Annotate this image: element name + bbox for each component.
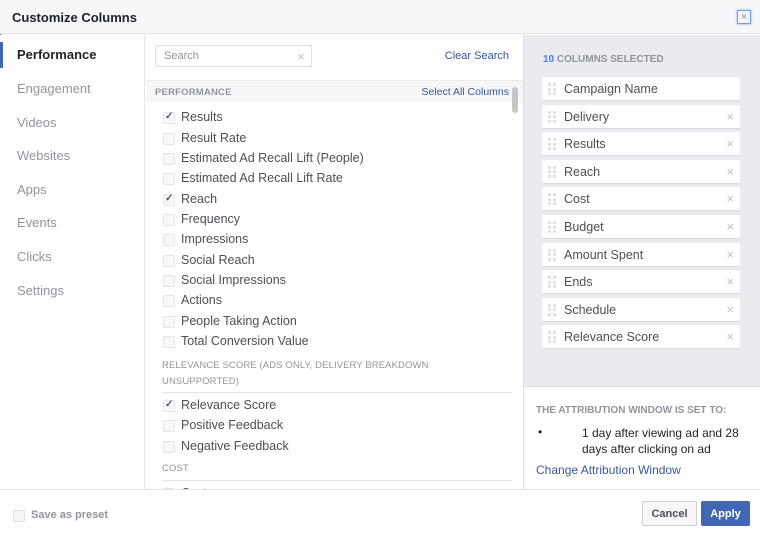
remove-column-icon[interactable]: × bbox=[726, 329, 734, 344]
dialog-footer: Save as preset Cancel Apply bbox=[0, 489, 760, 536]
checkbox[interactable] bbox=[163, 173, 175, 185]
selected-column-item[interactable]: Relevance Score × bbox=[542, 325, 740, 350]
checkbox[interactable] bbox=[163, 441, 175, 453]
checkbox[interactable] bbox=[163, 214, 175, 226]
remove-column-icon[interactable]: × bbox=[726, 302, 734, 317]
select-all-columns-link[interactable]: Select All Columns bbox=[421, 86, 509, 98]
checkbox[interactable] bbox=[163, 153, 175, 165]
selected-label: COLUMNS SELECTED bbox=[556, 54, 664, 65]
checkbox[interactable] bbox=[163, 234, 175, 246]
drag-handle-icon[interactable] bbox=[548, 221, 556, 233]
save-preset-label[interactable]: Save as preset bbox=[31, 509, 108, 521]
remove-column-icon[interactable]: × bbox=[726, 247, 734, 262]
column-list-panel: × Clear Search PERFORMANCE Select All Co… bbox=[146, 35, 523, 489]
remove-column-icon[interactable]: × bbox=[726, 164, 734, 179]
checkbox[interactable] bbox=[163, 193, 175, 206]
sidebar-item-performance[interactable]: Performance bbox=[17, 47, 96, 62]
sidebar-item-clicks[interactable]: Clicks bbox=[17, 249, 52, 264]
selected-column-item[interactable]: Schedule × bbox=[542, 297, 740, 322]
selected-column-item[interactable]: Campaign Name bbox=[542, 77, 740, 101]
selected-columns-panel: 10 COLUMNS SELECTED Campaign Name Deliver… bbox=[523, 35, 760, 489]
columns-selected-header: 10 COLUMNS SELECTED bbox=[543, 54, 664, 65]
change-attribution-window-link[interactable]: Change Attribution Window bbox=[536, 463, 681, 477]
remove-column-icon[interactable]: × bbox=[726, 219, 734, 234]
drag-handle-icon[interactable] bbox=[548, 248, 556, 261]
selected-column-name: Delivery bbox=[564, 109, 610, 124]
checkbox[interactable] bbox=[163, 420, 175, 432]
dialog-header: Customize Columns × bbox=[0, 0, 760, 34]
drag-handle-icon[interactable] bbox=[548, 193, 556, 206]
drag-handle-icon[interactable] bbox=[548, 110, 556, 123]
selected-column-name: Schedule bbox=[564, 302, 617, 317]
drag-handle-icon[interactable] bbox=[548, 303, 556, 316]
drag-handle-icon[interactable] bbox=[548, 331, 556, 344]
selected-column-item[interactable]: Amount Spent × bbox=[542, 242, 740, 267]
search-input[interactable] bbox=[164, 50, 289, 62]
close-icon[interactable]: × bbox=[737, 10, 751, 24]
checkbox[interactable] bbox=[163, 133, 175, 145]
category-sidebar: Performance Engagement Videos Websites A… bbox=[0, 35, 145, 489]
selected-column-item[interactable]: Budget × bbox=[542, 215, 740, 239]
selected-column-name: Amount Spent bbox=[564, 247, 644, 262]
checkbox[interactable] bbox=[163, 316, 175, 328]
selected-column-name: Cost bbox=[564, 192, 590, 207]
sidebar-item-engagement[interactable]: Engagement bbox=[17, 81, 91, 96]
selected-column-item[interactable]: Cost × bbox=[542, 187, 740, 212]
selected-column-name: Relevance Score bbox=[564, 330, 660, 345]
checkbox[interactable] bbox=[163, 111, 175, 124]
sidebar-item-websites[interactable]: Websites bbox=[17, 148, 70, 163]
selected-column-name: Reach bbox=[564, 164, 601, 179]
active-indicator bbox=[0, 42, 3, 68]
checkbox[interactable] bbox=[163, 295, 175, 307]
drag-handle-icon[interactable] bbox=[548, 165, 556, 178]
attribution-text: 1 day after viewing ad and 28 days after… bbox=[582, 426, 739, 456]
performance-section-header: PERFORMANCE Select All Columns bbox=[146, 80, 523, 102]
selected-column-name: Results bbox=[564, 137, 606, 152]
sidebar-item-settings[interactable]: Settings bbox=[17, 283, 64, 298]
drag-handle-icon[interactable] bbox=[548, 83, 556, 95]
remove-column-icon[interactable]: × bbox=[726, 109, 734, 124]
selected-column-item[interactable]: Reach × bbox=[542, 159, 740, 184]
checkbox[interactable] bbox=[163, 399, 175, 412]
divider bbox=[162, 392, 512, 393]
remove-column-icon[interactable]: × bbox=[726, 136, 734, 151]
relevance-section-header: RELEVANCE SCORE (ADS ONLY, DELIVERY BREA… bbox=[162, 360, 429, 387]
selected-column-name: Budget bbox=[564, 220, 604, 234]
selected-column-item[interactable]: Ends × bbox=[542, 270, 740, 295]
remove-column-icon[interactable]: × bbox=[726, 274, 734, 289]
dialog-title: Customize Columns bbox=[12, 10, 137, 25]
selected-column-item[interactable]: Delivery × bbox=[542, 104, 740, 129]
selected-column-name: Campaign Name bbox=[564, 82, 658, 96]
attribution-title: THE ATTRIBUTION WINDOW IS SET TO: bbox=[536, 405, 727, 416]
remove-column-icon[interactable]: × bbox=[726, 191, 734, 206]
clear-search-link[interactable]: Clear Search bbox=[445, 50, 509, 62]
bullet: • bbox=[538, 425, 543, 439]
apply-button[interactable]: Apply bbox=[701, 501, 750, 526]
scrollbar-thumb[interactable] bbox=[512, 87, 518, 113]
selected-count: 10 bbox=[543, 54, 555, 65]
divider bbox=[162, 480, 512, 481]
checkbox[interactable] bbox=[163, 275, 175, 287]
cancel-button[interactable]: Cancel bbox=[642, 501, 697, 526]
checkbox[interactable] bbox=[163, 255, 175, 267]
search-box[interactable]: × bbox=[155, 45, 312, 67]
checkbox[interactable] bbox=[163, 336, 175, 348]
drag-handle-icon[interactable] bbox=[548, 276, 556, 289]
selected-column-item[interactable]: Results × bbox=[542, 132, 740, 157]
save-preset-checkbox[interactable] bbox=[13, 510, 25, 522]
drag-handle-icon[interactable] bbox=[548, 138, 556, 151]
sidebar-item-apps[interactable]: Apps bbox=[17, 182, 47, 197]
cost-section-header: COST bbox=[162, 463, 189, 474]
section-title: PERFORMANCE bbox=[155, 87, 232, 98]
attribution-panel: THE ATTRIBUTION WINDOW IS SET TO: • 1 da… bbox=[524, 386, 760, 489]
sidebar-item-videos[interactable]: Videos bbox=[17, 115, 57, 130]
sidebar-item-events[interactable]: Events bbox=[17, 215, 57, 230]
search-clear-icon[interactable]: × bbox=[297, 49, 305, 64]
selected-column-name: Ends bbox=[564, 275, 593, 290]
